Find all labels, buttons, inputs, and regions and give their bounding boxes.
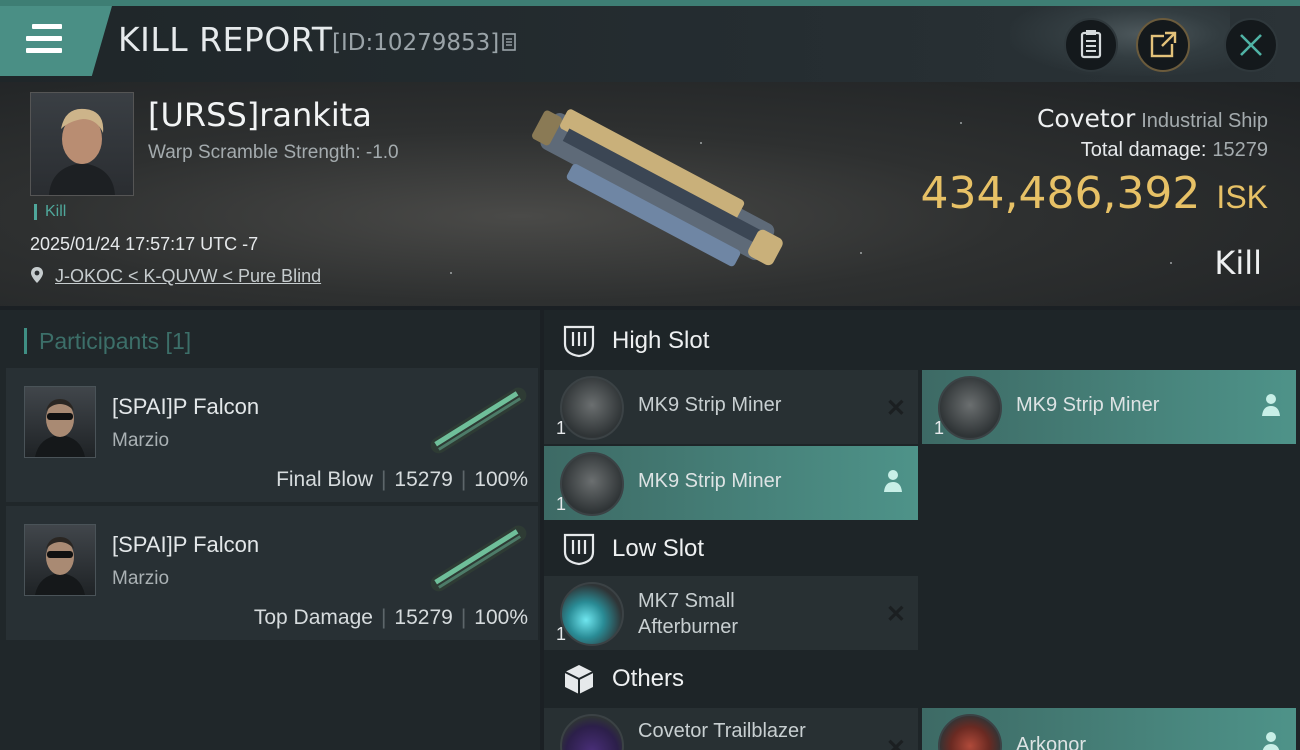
participants-header: Participants [1] <box>24 328 191 354</box>
destroyed-icon: ✕ <box>885 601 906 628</box>
report-id: [ID:10279853] <box>332 30 500 56</box>
total-damage-label: Total damage: <box>1080 139 1207 161</box>
participant-stats: Final Blow | 15279 | 100% <box>276 468 528 491</box>
dropped-person-icon <box>884 470 902 492</box>
high-slot-title: High Slot <box>612 327 710 354</box>
kill-datetime: 2025/01/24 17:57:17 UTC -7 <box>30 234 259 254</box>
module-name: MK9 Strip Miner <box>638 394 782 416</box>
participant-ship: Marzio <box>112 568 170 589</box>
total-damage-value: 15279 <box>1212 139 1268 161</box>
trailblazer-icon <box>560 714 624 750</box>
module-slot[interactable]: Arkonor <box>922 708 1296 750</box>
participant-name[interactable]: [SPAI]P Falcon <box>112 532 259 558</box>
isk-unit: ISK <box>1216 179 1268 215</box>
others-header: Others <box>544 650 1300 708</box>
afterburner-icon <box>560 582 624 646</box>
victim-name[interactable]: [URSS]rankita <box>148 96 372 134</box>
share-icon <box>1150 31 1177 58</box>
participant-ship: Marzio <box>112 430 170 451</box>
isk-value: 434,486,392 <box>920 168 1201 219</box>
victim-ship-image <box>532 109 783 267</box>
low-slot-header: Low Slot <box>544 520 1300 578</box>
destroyed-icon: ✕ <box>885 395 906 422</box>
clipboard-button[interactable] <box>1064 18 1118 72</box>
participant-avatar[interactable] <box>24 524 96 596</box>
participant-role: Top Damage <box>253 606 373 629</box>
strip-miner-icon <box>560 452 624 516</box>
module-slot[interactable]: 1 MK9 Strip Miner <box>544 446 918 520</box>
participant-portrait-icon <box>35 399 85 457</box>
module-slot[interactable]: 1 MK9 Strip Miner ✕ <box>544 370 918 444</box>
strip-miner-icon <box>938 376 1002 440</box>
participant-name[interactable]: [SPAI]P Falcon <box>112 394 259 420</box>
module-name: MK9 Strip Miner <box>1016 394 1160 416</box>
close-icon <box>1240 34 1262 56</box>
planet-backdrop <box>1010 6 1230 76</box>
module-name-line: Afterburner <box>638 616 739 638</box>
kill-type-tag: Kill <box>34 204 66 220</box>
participant-damage: 15279 <box>394 606 453 629</box>
participant-portrait-icon <box>35 537 85 595</box>
dropped-person-icon <box>1262 394 1280 416</box>
close-button[interactable] <box>1224 18 1278 72</box>
destroyed-icon: ✕ <box>885 735 906 750</box>
copy-icon[interactable] <box>502 33 516 51</box>
participants-panel: Participants [1] [SPAI]P Falcon Marzio F… <box>0 310 540 750</box>
kill-summary-panel: [URSS]rankita Warp Scramble Strength: -1… <box>0 82 1300 306</box>
low-slot-icon <box>563 533 595 566</box>
participant-row[interactable]: [SPAI]P Falcon Marzio Final Blow | 15279 | 1… <box>6 368 538 502</box>
participant-stats: Top Damage | 15279 | 100% <box>253 606 528 629</box>
dropped-person-icon <box>1262 732 1280 750</box>
module-name: Covetor Trailblazer <box>638 720 806 742</box>
menu-icon <box>26 24 62 54</box>
location-pin-icon <box>31 267 43 283</box>
participant-damage: 15279 <box>394 468 453 491</box>
participant-role: Final Blow <box>276 468 373 491</box>
module-quantity: 1 <box>556 418 567 438</box>
module-slot[interactable]: 1 MK9 Strip Miner <box>922 370 1296 444</box>
warp-scramble-strength: Warp Scramble Strength: -1.0 <box>148 142 399 163</box>
arkonor-ore-icon <box>938 714 1002 750</box>
cargo-box-icon <box>564 665 594 694</box>
result-label: Kill <box>1214 244 1262 282</box>
participant-ship-image <box>430 525 527 592</box>
module-slot[interactable]: Covetor Trailblazer ✕ <box>544 708 918 750</box>
clipboard-icon <box>1080 30 1102 59</box>
victim-avatar[interactable] <box>30 92 134 196</box>
location-link[interactable]: J-OKOC < K-QUVW < Pure Blind <box>55 266 321 286</box>
module-quantity: 1 <box>934 418 945 438</box>
strip-miner-icon <box>560 376 624 440</box>
module-quantity: 1 <box>556 494 567 514</box>
participant-avatar[interactable] <box>24 386 96 458</box>
module-name: MK7 Small Afterburner <box>638 588 738 640</box>
high-slot-icon <box>563 325 595 358</box>
share-button[interactable] <box>1136 18 1190 72</box>
ship-class: Industrial Ship <box>1141 110 1268 132</box>
module-slot[interactable]: 1 MK7 Small Afterburner ✕ <box>544 576 918 650</box>
low-slot-title: Low Slot <box>612 535 705 562</box>
module-name-line: MK7 Small <box>638 590 735 612</box>
kill-location[interactable]: J-OKOC < K-QUVW < Pure Blind <box>30 266 321 287</box>
high-slot-header: High Slot <box>544 312 1300 370</box>
participant-row[interactable]: [SPAI]P Falcon Marzio Top Damage | 15279 | 1… <box>6 506 538 640</box>
module-name: Arkonor <box>1016 734 1087 750</box>
ship-name[interactable]: Covetor <box>1037 104 1135 133</box>
page-title: KILL REPORT <box>118 20 333 59</box>
victim-portrait-icon <box>49 108 115 195</box>
others-title: Others <box>612 665 685 692</box>
module-name: MK9 Strip Miner <box>638 470 782 492</box>
participant-ship-image <box>430 387 527 454</box>
module-quantity: 1 <box>556 624 567 644</box>
participant-percent: 100% <box>474 606 528 629</box>
participant-percent: 100% <box>474 468 528 491</box>
fitting-panel: High Slot 1 MK9 Strip Miner ✕ 1 MK9 Stri… <box>544 310 1300 750</box>
